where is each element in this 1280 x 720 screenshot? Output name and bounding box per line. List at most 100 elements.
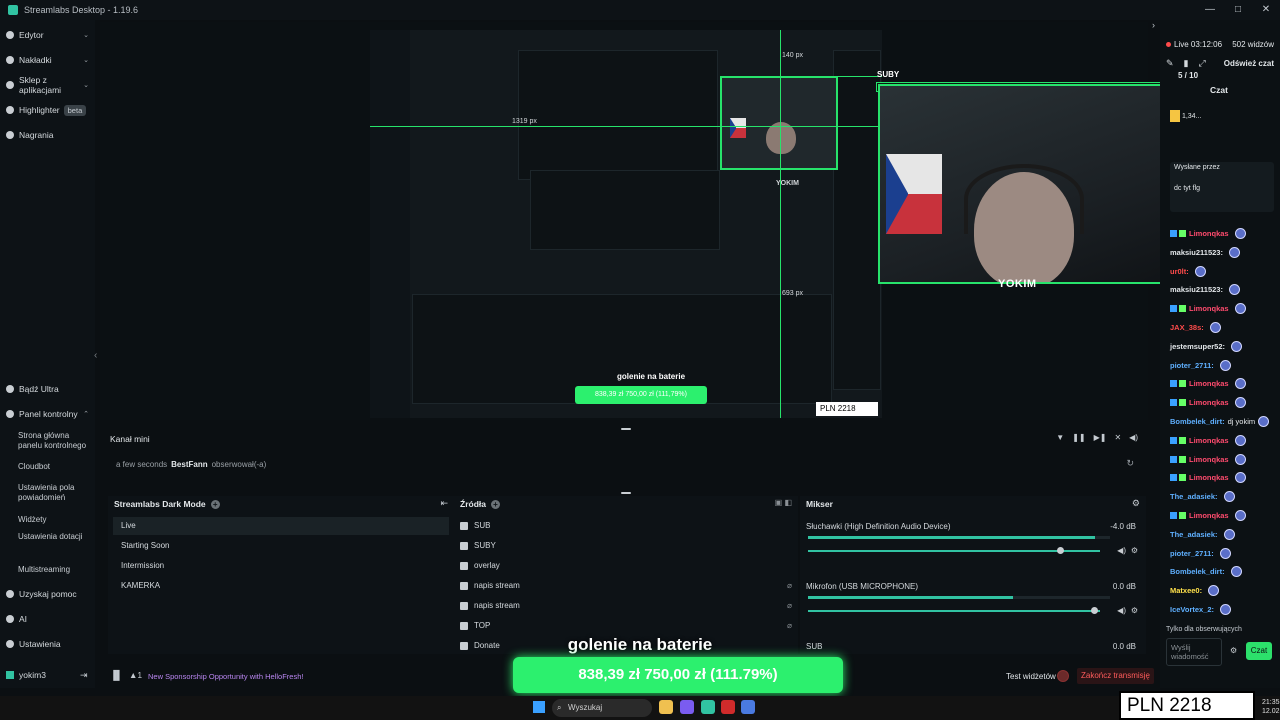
sidebar-item-dashboard[interactable]: Panel kontrolny ⌃ — [6, 405, 89, 423]
chat-username[interactable]: Limonqkas — [1189, 473, 1229, 482]
sidebar-item-ai[interactable]: AI — [6, 610, 89, 628]
chat-username[interactable]: Matxee0: — [1170, 586, 1202, 595]
gear-icon[interactable]: ⚙ — [1131, 606, 1138, 615]
alert-icon[interactable]: ▲1 — [129, 670, 142, 680]
feed-user[interactable]: BestFann — [171, 460, 207, 469]
source-item[interactable]: overlay — [460, 557, 792, 575]
scene-item[interactable]: KAMERKA — [113, 577, 449, 595]
chat-username[interactable]: Bombelek_dirt: — [1170, 417, 1225, 426]
windows-start-icon[interactable] — [533, 701, 545, 713]
scene-collection-name[interactable]: Streamlabs Dark Mode — [114, 499, 206, 509]
minimize-button[interactable]: — — [1196, 0, 1224, 20]
logout-icon[interactable]: ⇥ — [80, 670, 88, 681]
chat-username[interactable]: pioter_2711: — [1170, 549, 1214, 558]
source-item[interactable]: TOP ⌀ — [460, 617, 792, 635]
gear-icon[interactable]: ⚙ — [1132, 498, 1140, 509]
source-item[interactable]: SUB — [460, 517, 792, 535]
chat-username[interactable]: Limonqkas — [1189, 379, 1229, 388]
chat-username[interactable]: Limonqkas — [1189, 304, 1229, 313]
scene-item[interactable]: Intermission — [113, 557, 449, 575]
chat-username[interactable]: The_adasiek: — [1170, 492, 1218, 501]
sidebar-subitem-widgets[interactable]: Widżety — [18, 515, 89, 525]
record-button[interactable] — [1057, 670, 1069, 682]
news-link[interactable]: New Sponsorship Opportunity with HelloFr… — [148, 672, 304, 681]
send-chat-button[interactable]: Czat — [1246, 642, 1272, 660]
mute-alerts-icon[interactable]: ✕ — [1114, 433, 1121, 442]
discord-icon[interactable] — [680, 700, 694, 714]
maximize-button[interactable]: □ — [1224, 0, 1252, 20]
chat-username[interactable]: The_adasiek: — [1170, 530, 1218, 539]
volume-slider[interactable] — [808, 610, 1100, 612]
chat-username[interactable]: Limonqkas — [1189, 511, 1229, 520]
sidebar-subitem-alertbox[interactable]: Ustawienia pola powiadomień — [18, 483, 89, 503]
user-profile[interactable]: yokim3 — [6, 670, 46, 680]
lock-icon[interactable]: ⌀ — [787, 577, 792, 595]
source-item[interactable]: SUBY — [460, 537, 792, 555]
sidebar-subitem-donations[interactable]: Ustawienia dotacji — [18, 532, 89, 542]
tab-chat[interactable]: Czat — [1210, 85, 1228, 95]
sidebar-item-app-store[interactable]: Sklep z aplikacjami ⌄ — [6, 75, 89, 95]
sidebar-subitem-cloudbot[interactable]: Cloudbot — [18, 462, 89, 472]
badge-icon — [1170, 511, 1177, 519]
chat-username[interactable]: maksiu211523: — [1170, 285, 1223, 294]
file-explorer-icon[interactable] — [659, 700, 673, 714]
add-source-icon[interactable]: + — [490, 499, 500, 509]
streamlabs-taskbar-icon[interactable] — [701, 700, 715, 714]
taskbar-search[interactable]: ⌕ Wyszukaj — [552, 699, 652, 717]
chat-input[interactable]: Wyślij wiadomość — [1166, 638, 1222, 666]
chat-username[interactable]: Bombelek_dirt: — [1170, 567, 1225, 576]
source-item[interactable]: napis stream ⌀ — [460, 577, 792, 595]
app-icon[interactable] — [741, 700, 755, 714]
volume-knob[interactable] — [1091, 607, 1099, 614]
sidebar-item-highlighter[interactable]: Highlighter beta — [6, 101, 89, 119]
stop-stream-button[interactable]: Zakończ transmisję — [1077, 668, 1154, 684]
chat-username[interactable]: Limonqkas — [1189, 436, 1229, 445]
source-tools-icon[interactable]: ▣ ◧ — [775, 498, 792, 507]
sidebar-subitem-dashboard-home[interactable]: Strona główna panelu kontrolnego — [18, 431, 89, 451]
volume-knob[interactable] — [1056, 547, 1064, 554]
chat-username[interactable]: JAX_38s: — [1170, 323, 1204, 332]
close-button[interactable]: ✕ — [1252, 0, 1280, 20]
chat-username[interactable]: IceVortex_2: — [1170, 605, 1214, 614]
chat-username[interactable]: Limonqkas — [1189, 398, 1229, 407]
sidebar-subitem-multistreaming[interactable]: Multistreaming — [18, 565, 89, 575]
sidebar-item-ultra[interactable]: Bądź Ultra — [6, 380, 89, 398]
chat-username[interactable]: pioter_2711: — [1170, 361, 1214, 370]
sidebar-item-recordings[interactable]: Nagrania — [6, 126, 89, 144]
expand-chevron-icon[interactable]: › — [1152, 20, 1155, 30]
source-item[interactable]: napis stream ⌀ — [460, 597, 792, 615]
test-widgets-button[interactable]: Test widżetów — [1006, 672, 1056, 681]
sidebar-item-help[interactable]: Uzyskaj pomoc — [6, 585, 89, 603]
chat-username[interactable]: Limonqkas — [1189, 229, 1229, 238]
refresh-icon[interactable]: ↻ — [1126, 458, 1134, 469]
pause-icon[interactable]: ❚❚ — [1072, 433, 1085, 442]
scene-item[interactable]: Live — [113, 517, 449, 535]
chat-message: Limonqkas — [1170, 433, 1246, 447]
sidebar-item-editor[interactable]: Edytor ⌄ — [6, 26, 89, 44]
gear-icon[interactable]: ⚙ — [1230, 646, 1237, 655]
stats-icon[interactable]: ▐▌ — [110, 670, 123, 680]
refresh-chat-button[interactable]: Odśwież czat — [1224, 59, 1274, 68]
lock-icon[interactable]: ⌀ — [787, 597, 792, 615]
lock-icon[interactable]: ⌀ — [787, 617, 792, 635]
scene-transition-icon[interactable]: ⇤ — [440, 498, 448, 509]
add-icon[interactable]: + — [210, 499, 220, 509]
gear-icon[interactable]: ⚙ — [1131, 546, 1138, 555]
chat-username[interactable]: ur0lt: — [1170, 267, 1189, 276]
speaker-icon[interactable]: ◀) — [1117, 546, 1126, 555]
stream-preview[interactable]: 1319 px 140 px 693 px YOKIM golenie na b… — [100, 22, 1204, 420]
collapse-sidebar-icon[interactable]: ‹ — [94, 350, 97, 361]
scene-item[interactable]: Starting Soon — [113, 537, 449, 555]
chat-tool-icons[interactable]: ✎▮⤢ — [1166, 58, 1216, 69]
speaker-icon[interactable]: ◀) — [1117, 606, 1126, 615]
volume-icon[interactable]: ◀) — [1129, 433, 1138, 442]
mini-feed-panel: Kanał mini ▼ ❚❚ ▶❚ ✕ ◀) a few seconds Bes… — [104, 430, 1144, 486]
chat-username[interactable]: jestemsuper52: — [1170, 342, 1225, 351]
skip-icon[interactable]: ▶❚ — [1094, 433, 1107, 442]
opera-icon[interactable] — [721, 700, 735, 714]
chat-username[interactable]: maksiu211523: — [1170, 248, 1223, 257]
filter-icon[interactable]: ▼ — [1056, 433, 1064, 442]
sidebar-item-overlays[interactable]: Nakładki ⌄ — [6, 51, 89, 69]
resize-handle[interactable] — [621, 492, 631, 494]
chat-username[interactable]: Limonqkas — [1189, 455, 1229, 464]
